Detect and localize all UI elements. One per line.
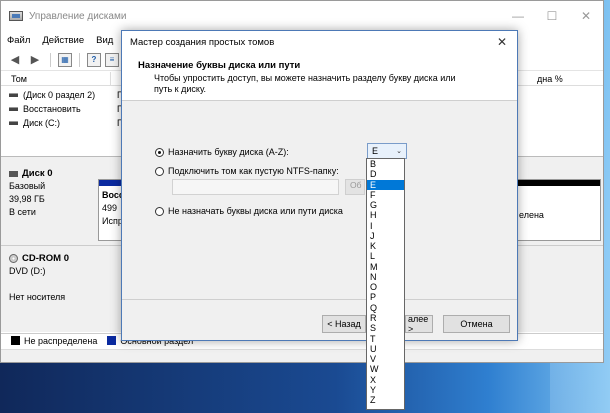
assign-letter-option[interactable]: Назначить букву диска (A-Z): bbox=[155, 147, 289, 157]
dropdown-option[interactable]: N bbox=[367, 272, 404, 282]
disk-status: Нет носителя bbox=[9, 292, 66, 302]
back-button[interactable]: < Назад bbox=[322, 315, 366, 333]
disk-name: CD-ROM 0 bbox=[22, 253, 69, 264]
help-icon[interactable]: ? bbox=[87, 52, 101, 67]
radio-mount-folder[interactable] bbox=[155, 166, 164, 176]
volume-name: Восстановить bbox=[23, 104, 81, 114]
list-icon[interactable]: ≡ bbox=[105, 52, 119, 67]
back-arrow-icon[interactable]: ◀ bbox=[7, 52, 23, 68]
volume-name: Диск (C:) bbox=[23, 118, 61, 128]
menu-action[interactable]: Действие bbox=[42, 35, 84, 46]
dropdown-option[interactable]: D bbox=[367, 169, 404, 179]
dialog-description: Чтобы упростить доступ, вы можете назнач… bbox=[154, 73, 456, 94]
dropdown-option[interactable]: O bbox=[367, 282, 404, 292]
column-volume[interactable]: Том bbox=[1, 71, 111, 86]
dialog-footer-divider bbox=[122, 299, 517, 300]
volume-list: (Диск 0 раздел 2) П Восстановить П Диск … bbox=[9, 88, 123, 130]
cdrom-0-info[interactable]: CD-ROM 0 DVD (D:) Нет носителя bbox=[9, 252, 92, 304]
column-free-percent[interactable]: дна % bbox=[506, 71, 603, 86]
forward-arrow-icon[interactable]: ▶ bbox=[27, 52, 43, 68]
partition-unallocated[interactable]: елена bbox=[513, 179, 601, 241]
properties-icon[interactable]: ▦ bbox=[58, 52, 72, 67]
dropdown-option[interactable]: T bbox=[367, 334, 404, 344]
folder-path-input[interactable] bbox=[172, 179, 339, 195]
title-bar: Управление дисками — ☐ ✕ bbox=[1, 1, 603, 31]
partition-name: Восс bbox=[102, 190, 124, 200]
dropdown-option[interactable]: W bbox=[367, 364, 404, 374]
dropdown-option[interactable]: F bbox=[367, 190, 404, 200]
disk-type: DVD (D:) bbox=[9, 266, 46, 276]
dropdown-option[interactable]: G bbox=[367, 200, 404, 210]
dropdown-option[interactable]: U bbox=[367, 344, 404, 354]
radio-assign-letter[interactable] bbox=[155, 147, 164, 157]
dropdown-option[interactable]: H bbox=[367, 210, 404, 220]
dialog-close-button[interactable]: ✕ bbox=[487, 35, 517, 49]
partition-status: елена bbox=[519, 210, 544, 220]
drive-letter-dropdown[interactable]: BDEFGHIJKLMNOPQRSTUVWXYZ bbox=[366, 158, 405, 410]
window-title: Управление дисками bbox=[29, 10, 127, 22]
dropdown-option[interactable]: I bbox=[367, 221, 404, 231]
dropdown-option[interactable]: R bbox=[367, 313, 404, 323]
dropdown-option[interactable]: Q bbox=[367, 303, 404, 313]
dialog-title: Мастер создания простых томов bbox=[130, 36, 275, 48]
drive-letter-select[interactable]: E ⌄ bbox=[367, 143, 407, 159]
drive-icon bbox=[9, 93, 18, 97]
dropdown-option[interactable]: J bbox=[367, 231, 404, 241]
next-button[interactable]: алее > bbox=[405, 314, 433, 334]
close-button[interactable]: ✕ bbox=[569, 1, 603, 31]
cancel-button[interactable]: Отмена bbox=[443, 315, 510, 333]
dropdown-option[interactable]: S bbox=[367, 323, 404, 333]
maximize-button[interactable]: ☐ bbox=[535, 1, 569, 31]
disk-type: Базовый bbox=[9, 181, 46, 191]
option-label: Подключить том как пустую NTFS-папку: bbox=[168, 166, 339, 176]
list-item[interactable]: Диск (C:) П bbox=[9, 116, 123, 130]
menu-file[interactable]: Файл bbox=[7, 35, 30, 46]
dialog-title-bar: Мастер создания простых томов ✕ bbox=[122, 31, 517, 53]
dropdown-option[interactable]: X bbox=[367, 375, 404, 385]
list-item[interactable]: Восстановить П bbox=[9, 102, 123, 116]
volume-name: (Диск 0 раздел 2) bbox=[23, 90, 96, 100]
disk-0-info[interactable]: Диск 0 Базовый 39,98 ГБ В сети bbox=[9, 167, 92, 219]
chevron-down-icon: ⌄ bbox=[396, 148, 402, 155]
drive-icon bbox=[9, 107, 18, 111]
dropdown-option[interactable]: Z bbox=[367, 395, 404, 405]
new-simple-volume-wizard: Мастер создания простых томов ✕ Назначен… bbox=[121, 30, 518, 341]
drive-icon bbox=[9, 121, 18, 125]
dropdown-option[interactable]: E bbox=[367, 179, 404, 190]
disk-status: В сети bbox=[9, 207, 36, 217]
browse-button[interactable]: Об bbox=[345, 179, 365, 195]
toolbar-divider bbox=[50, 52, 51, 67]
dropdown-option[interactable]: B bbox=[367, 159, 404, 169]
partition-status: Испр bbox=[102, 216, 123, 226]
dropdown-option[interactable]: Y bbox=[367, 385, 404, 395]
toolbar-divider bbox=[79, 52, 80, 67]
disk-size: 39,98 ГБ bbox=[9, 194, 45, 204]
dropdown-option[interactable]: M bbox=[367, 262, 404, 272]
menu-view[interactable]: Вид bbox=[96, 35, 113, 46]
dialog-heading: Назначение буквы диска или пути bbox=[138, 60, 301, 71]
legend-swatch-unallocated bbox=[11, 336, 20, 345]
disk-management-icon bbox=[9, 11, 23, 21]
no-letter-option[interactable]: Не назначать буквы диска или пути диска bbox=[155, 206, 343, 216]
cd-icon bbox=[9, 254, 18, 264]
list-item[interactable]: (Диск 0 раздел 2) П bbox=[9, 88, 123, 102]
dropdown-option[interactable]: P bbox=[367, 292, 404, 302]
partition-size: 499 bbox=[102, 203, 118, 213]
drive-letter-value: E bbox=[372, 146, 379, 156]
disk-name: Диск 0 bbox=[22, 168, 53, 179]
dialog-header: Назначение буквы диска или пути Чтобы уп… bbox=[122, 53, 517, 101]
minimize-button[interactable]: — bbox=[501, 1, 535, 31]
legend-swatch-primary bbox=[107, 336, 117, 345]
dropdown-option[interactable]: K bbox=[367, 241, 404, 251]
hard-disk-icon bbox=[9, 170, 18, 177]
radio-no-letter[interactable] bbox=[155, 206, 164, 216]
legend-label: Не распределена bbox=[24, 335, 98, 346]
option-label: Назначить букву диска (A-Z): bbox=[168, 147, 289, 157]
dropdown-option[interactable]: V bbox=[367, 354, 404, 364]
option-label: Не назначать буквы диска или пути диска bbox=[168, 206, 343, 216]
status-bar bbox=[1, 349, 603, 362]
mount-folder-option[interactable]: Подключить том как пустую NTFS-папку: bbox=[155, 166, 339, 176]
dropdown-option[interactable]: L bbox=[367, 251, 404, 261]
